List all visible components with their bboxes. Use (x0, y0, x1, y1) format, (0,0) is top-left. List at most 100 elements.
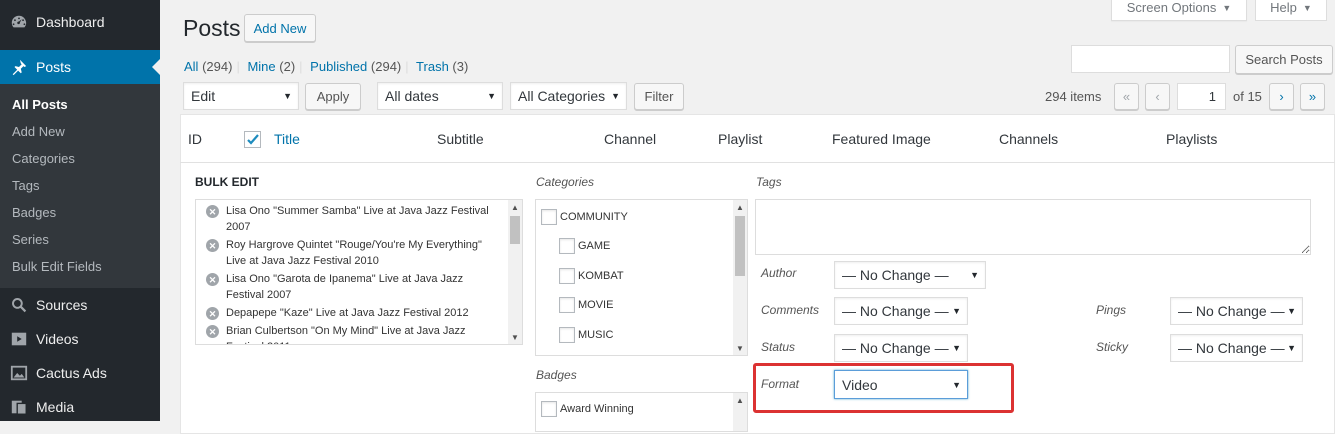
category-item[interactable]: GAME (541, 232, 747, 262)
category-checkbox[interactable] (559, 326, 575, 343)
scroll-down-icon[interactable]: ▼ (508, 330, 522, 344)
filter-button[interactable]: Filter (634, 83, 684, 110)
view-mine-link[interactable]: Mine (247, 59, 275, 74)
badge-item[interactable]: Award Winning (541, 395, 747, 423)
submenu-bulk-edit-fields[interactable]: Bulk Edit Fields (0, 253, 160, 280)
posts-submenu: All Posts Add New Categories Tags Badges… (0, 84, 160, 288)
list-item: ✕ Lisa Ono "Garota de Ipanema" Live at Ja… (206, 271, 502, 303)
screen-options-label: Screen Options (1126, 0, 1217, 15)
category-label: KOMBAT (578, 269, 624, 282)
remove-icon[interactable]: ✕ (206, 325, 219, 338)
remove-icon[interactable]: ✕ (206, 205, 219, 218)
format-value: Video (842, 376, 878, 393)
dropdown-arrow-icon: ▼ (611, 91, 620, 101)
search-posts-button[interactable]: Search Posts (1235, 45, 1333, 74)
search-input[interactable] (1071, 45, 1230, 73)
column-channel: Channel (604, 131, 657, 147)
next-page-button[interactable]: › (1269, 83, 1294, 110)
help-tab[interactable]: Help ▼ (1255, 0, 1327, 21)
categories-select[interactable]: All Categories ▼ (510, 82, 627, 110)
first-page-button[interactable]: « (1114, 83, 1139, 110)
scroll-up-icon[interactable]: ▲ (508, 200, 522, 214)
add-new-button[interactable]: Add New (244, 14, 316, 42)
menu-posts[interactable]: Posts (0, 50, 160, 84)
sticky-select[interactable]: — No Change — ▼ (1170, 334, 1303, 362)
menu-sources[interactable]: Sources (0, 288, 160, 322)
category-item[interactable]: MOVIE (541, 291, 747, 321)
apply-button[interactable]: Apply (305, 83, 361, 110)
category-item[interactable]: COMMUNITY (541, 202, 747, 232)
select-all-checkbox[interactable] (244, 131, 261, 148)
category-item[interactable] (541, 350, 747, 356)
submenu-all-posts[interactable]: All Posts (0, 91, 160, 118)
categories-scrollbar[interactable]: ▲ ▼ (733, 200, 747, 355)
tags-textarea[interactable] (755, 199, 1311, 255)
remove-icon[interactable]: ✕ (206, 307, 219, 320)
checkmark-icon (246, 133, 259, 145)
category-checkbox[interactable] (559, 297, 575, 314)
screen-options-tab[interactable]: Screen Options ▼ (1111, 0, 1247, 21)
scroll-up-icon[interactable]: ▲ (733, 393, 747, 407)
categories-checklist: COMMUNITY GAME KOMBAT MOVIE MUSIC ▲ ▼ (535, 199, 748, 356)
last-page-button[interactable]: » (1300, 83, 1325, 110)
camera-music-icon (9, 397, 29, 417)
badge-checkbox[interactable] (541, 401, 557, 417)
categories-value: All Categories (518, 88, 606, 104)
bulk-action-select[interactable]: Edit ▼ (183, 82, 299, 110)
category-checkbox[interactable] (541, 208, 557, 225)
titles-scrollbar[interactable]: ▲ ▼ (508, 200, 522, 344)
dates-select[interactable]: All dates ▼ (377, 82, 503, 110)
format-select[interactable]: Video ▼ (834, 370, 968, 399)
view-published-link[interactable]: Published (310, 59, 367, 74)
remove-icon[interactable]: ✕ (206, 273, 219, 286)
category-checkbox[interactable] (559, 238, 575, 255)
prev-page-button[interactable]: ‹ (1145, 83, 1170, 110)
column-channels: Channels (999, 131, 1059, 147)
dropdown-arrow-icon: ▼ (283, 91, 292, 101)
author-select[interactable]: — No Change — ▼ (834, 261, 986, 289)
submenu-categories[interactable]: Categories (0, 145, 160, 172)
bulk-title: Roy Hargrove Quintet "Rouge/You're My Ev… (226, 239, 482, 267)
view-all-link[interactable]: All (184, 59, 198, 74)
categories-content: COMMUNITY GAME KOMBAT MOVIE MUSIC (536, 200, 747, 356)
bulk-title: Lisa Ono "Garota de Ipanema" Live at Jav… (226, 273, 464, 301)
scroll-down-icon[interactable]: ▼ (733, 341, 747, 355)
column-id[interactable]: ID (188, 131, 202, 147)
scrollbar-thumb[interactable] (510, 216, 520, 244)
menu-videos[interactable]: Videos (0, 322, 160, 356)
badges-scrollbar[interactable]: ▲ (733, 393, 747, 431)
submenu-add-new[interactable]: Add New (0, 118, 160, 145)
author-value: — No Change — (842, 267, 949, 283)
menu-cactus-ads[interactable]: Cactus Ads (0, 356, 160, 390)
menu-media-label: Media (36, 399, 75, 415)
submenu-series[interactable]: Series (0, 226, 160, 253)
column-playlists: Playlists (1166, 131, 1218, 147)
column-title[interactable]: Title (274, 131, 300, 147)
category-label: MUSIC (578, 328, 614, 341)
category-item[interactable]: MUSIC (541, 320, 747, 350)
dates-value: All dates (385, 88, 439, 104)
category-checkbox[interactable] (559, 267, 575, 284)
media-icon (9, 363, 29, 383)
pushpin-icon (9, 57, 29, 77)
menu-dashboard[interactable]: Dashboard (0, 5, 160, 39)
view-trash-link[interactable]: Trash (416, 59, 449, 74)
badges-content: Award Winning (536, 393, 747, 423)
comments-select[interactable]: — No Change — ▼ (834, 297, 968, 325)
caret-down-icon: ▼ (1222, 2, 1232, 13)
submenu-tags[interactable]: Tags (0, 172, 160, 199)
page-title: Posts (183, 15, 241, 41)
current-page-input[interactable] (1177, 83, 1226, 110)
remove-icon[interactable]: ✕ (206, 239, 219, 252)
dropdown-arrow-icon: ▼ (952, 379, 961, 390)
column-playlist: Playlist (718, 131, 763, 147)
status-select[interactable]: — No Change — ▼ (834, 334, 968, 362)
search-icon (9, 295, 29, 315)
pings-select[interactable]: — No Change — ▼ (1170, 297, 1303, 325)
submenu-badges[interactable]: Badges (0, 199, 160, 226)
scroll-up-icon[interactable]: ▲ (733, 200, 747, 214)
pings-value: — No Change — (1178, 303, 1285, 319)
menu-media[interactable]: Media (0, 390, 160, 424)
scrollbar-thumb[interactable] (735, 216, 745, 276)
category-item[interactable]: KOMBAT (541, 261, 747, 291)
